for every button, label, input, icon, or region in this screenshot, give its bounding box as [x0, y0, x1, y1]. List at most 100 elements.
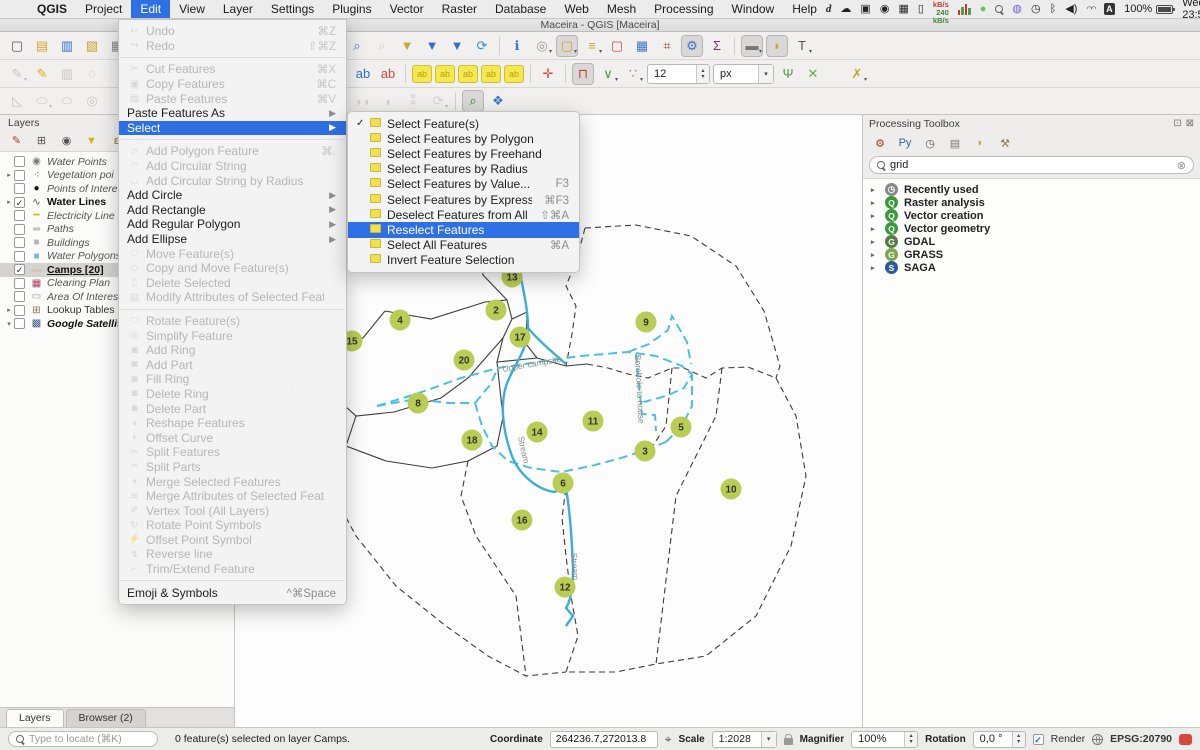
- edit-menu-item-trim-extend-feature[interactable]: ⌐Trim/Extend Feature: [119, 562, 346, 577]
- menubar-item-qgis[interactable]: QGIS: [28, 0, 76, 18]
- move-feature-icon-dropdown[interactable]: ▾: [49, 103, 52, 110]
- menubar-item-view[interactable]: View: [170, 0, 214, 18]
- menubar-item-help[interactable]: Help: [783, 0, 826, 18]
- expand-arrow-icon[interactable]: ▸: [871, 212, 879, 220]
- options-wrench-icon[interactable]: ⚒: [996, 134, 1014, 152]
- zoom-next-icon[interactable]: ⌕: [371, 35, 393, 57]
- camp-marker-20[interactable]: 20: [454, 350, 475, 371]
- measure-icon-dropdown[interactable]: ▾: [759, 48, 762, 55]
- rotation-spin-arrows[interactable]: ▴▾: [1012, 732, 1025, 747]
- select-submenu-item-reselect-features[interactable]: Reselect Features: [348, 222, 579, 237]
- edit-menu-item-emoji-symbols[interactable]: Emoji & Symbols^⌘Space: [119, 585, 346, 600]
- layer-diagram-icon[interactable]: ab: [377, 63, 399, 85]
- record-icon[interactable]: ◉: [880, 0, 890, 19]
- history-icon[interactable]: ◷: [921, 134, 939, 152]
- edit-menu-item-add-rectangle[interactable]: Add Rectangle▶: [119, 203, 346, 218]
- select-submenu-item-select-features-by-radius[interactable]: Select Features by Radius: [348, 162, 579, 177]
- camp-marker-11[interactable]: 11: [583, 411, 604, 432]
- activity-bars-icon[interactable]: [958, 4, 971, 15]
- change-label-icon[interactable]: ab: [504, 65, 524, 83]
- menubar-clock[interactable]: Wed 23:58: [1182, 0, 1200, 21]
- snap-units-combo[interactable]: px▾: [713, 64, 774, 84]
- camp-marker-2[interactable]: 2: [486, 300, 507, 321]
- edit-menu-item-paste-features[interactable]: ▤Paste Features⌘V: [119, 91, 346, 106]
- digitize-icon[interactable]: ◌: [81, 63, 103, 85]
- processing-search[interactable]: grid ⊗: [869, 156, 1194, 174]
- tracing-crosshair-icon[interactable]: ✛: [537, 63, 559, 85]
- layer-checkbox[interactable]: [14, 237, 25, 248]
- docker-icon[interactable]: d: [826, 0, 832, 19]
- menubar-item-project[interactable]: Project: [76, 0, 131, 18]
- current-edits-icon-dropdown[interactable]: ▾: [24, 76, 27, 83]
- edit-menu-item-reverse-line[interactable]: ↯Reverse line: [119, 547, 346, 562]
- toolbox-group-saga[interactable]: ▸SSAGA: [863, 261, 1200, 274]
- expand-arrow-icon[interactable]: ▸: [871, 238, 879, 246]
- deselect-features-icon[interactable]: ▢: [606, 35, 628, 57]
- camp-marker-8[interactable]: 8: [408, 393, 429, 414]
- menubar-item-database[interactable]: Database: [486, 0, 555, 18]
- snap-units-combo-arrow[interactable]: ▾: [758, 65, 773, 83]
- text-annotation-icon[interactable]: T▾: [791, 35, 813, 57]
- select-submenu-item-deselect-features-from-all-layers[interactable]: Deselect Features from All Layers⇧⌘A: [348, 207, 579, 222]
- coordinate-tracking-icon[interactable]: ⌖: [665, 732, 672, 747]
- processing-options-icon[interactable]: ⚙: [681, 35, 703, 57]
- statistics-icon[interactable]: Σ: [706, 35, 728, 57]
- camp-marker-3[interactable]: 3: [635, 441, 656, 462]
- display-icon[interactable]: ▦: [898, 0, 908, 19]
- reshape-icon[interactable]: ◖: [377, 90, 399, 112]
- layer-checkbox[interactable]: [14, 183, 25, 194]
- toolbox-group-vector-geometry[interactable]: ▸QVector geometry: [863, 222, 1200, 235]
- edit-menu-item-delete-part[interactable]: ◙Delete Part: [119, 401, 346, 416]
- float-panel-icon[interactable]: ⊡: [1173, 118, 1181, 129]
- expand-arrow-icon[interactable]: ▸: [4, 198, 14, 206]
- expand-arrow-icon[interactable]: ▸: [871, 264, 879, 272]
- move-label-icon[interactable]: ab: [458, 65, 478, 83]
- epsg-status[interactable]: EPSG:20790: [1110, 733, 1172, 745]
- search-input[interactable]: grid: [890, 159, 1172, 171]
- menubar-item-raster[interactable]: Raster: [433, 0, 486, 18]
- edit-menu-item-select[interactable]: Select▶: [119, 121, 346, 136]
- menubar-item-layer[interactable]: Layer: [214, 0, 262, 18]
- models-icon[interactable]: ⚙: [871, 134, 889, 152]
- wifi-icon[interactable]: ◠◠: [1086, 0, 1094, 19]
- save-edits-icon[interactable]: ▥: [56, 63, 78, 85]
- menubar-item-plugins[interactable]: Plugins: [323, 0, 380, 18]
- scale-combo-arrow[interactable]: ▾: [761, 732, 776, 747]
- battery-slim-icon[interactable]: ▯: [918, 0, 924, 19]
- bluetooth-icon[interactable]: ᛒ: [1050, 0, 1057, 19]
- layer-checkbox[interactable]: [14, 170, 25, 181]
- close-panel-icon[interactable]: ⊠: [1186, 118, 1194, 129]
- edit-menu-item-add-ring[interactable]: ◙Add Ring: [119, 343, 346, 358]
- locator-input[interactable]: Type to locate (⌘K): [8, 731, 158, 747]
- rotate-label-icon[interactable]: ab: [481, 65, 501, 83]
- render-checkbox[interactable]: ✓: [1033, 734, 1044, 745]
- edit-menu-item-rotate-point-symbols[interactable]: ↻Rotate Point Symbols: [119, 518, 346, 533]
- show-bookmarks-icon[interactable]: ▼: [421, 35, 443, 57]
- tab-browser-2[interactable]: Browser (2): [66, 709, 146, 727]
- advanced-digitizing-icon[interactable]: ✗▾: [846, 63, 868, 85]
- menubar-item-web[interactable]: Web: [555, 0, 597, 18]
- layer-checkbox[interactable]: [14, 156, 25, 167]
- zoom-last-icon[interactable]: ⌕: [346, 35, 368, 57]
- select-features-icon-dropdown[interactable]: ▾: [574, 48, 577, 55]
- toolbox-group-grass[interactable]: ▸GGRASS: [863, 248, 1200, 261]
- toolbox-group-recently-used[interactable]: ▸◷Recently used: [863, 183, 1200, 196]
- rotate-feature-icon[interactable]: ⟳▾: [427, 90, 449, 112]
- layer-labeling-icon[interactable]: ab: [352, 63, 374, 85]
- zoom-selection-icon[interactable]: ⌕: [462, 90, 484, 112]
- camp-marker-5[interactable]: 5: [671, 417, 692, 438]
- expand-arrow-icon[interactable]: ▸: [4, 306, 14, 314]
- feature-action-icon[interactable]: ◎▾: [531, 35, 553, 57]
- messages-bubble-icon[interactable]: [1179, 734, 1192, 745]
- new-bookmark-icon[interactable]: ▼: [396, 35, 418, 57]
- edit-menu-item-add-ellipse[interactable]: Add Ellipse▶: [119, 232, 346, 247]
- layer-checkbox[interactable]: ✓: [14, 264, 25, 275]
- move-feature-icon[interactable]: ⬭▾: [31, 90, 53, 112]
- processing-colored-icon[interactable]: ❖: [487, 90, 509, 112]
- edit-menu-item-paste-features-as[interactable]: Paste Features As▶: [119, 106, 346, 121]
- camp-marker-16[interactable]: 16: [512, 510, 533, 531]
- toolbox-group-raster-analysis[interactable]: ▸QRaster analysis: [863, 196, 1200, 209]
- layer-checkbox[interactable]: [14, 278, 25, 289]
- snap-points-icon[interactable]: ∵▾: [622, 63, 644, 85]
- edit-menu-item-add-polygon-feature[interactable]: ▱Add Polygon Feature⌘.: [119, 144, 346, 159]
